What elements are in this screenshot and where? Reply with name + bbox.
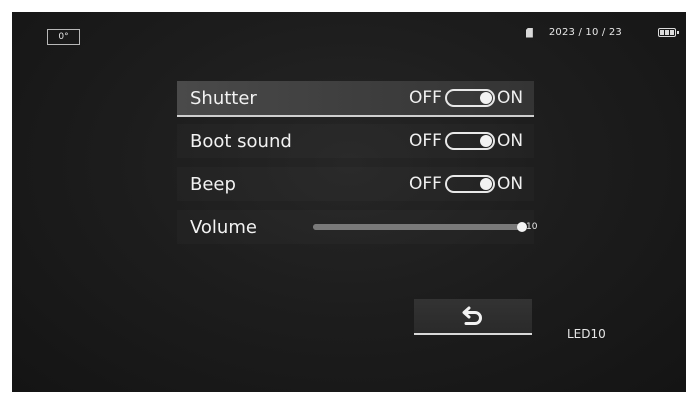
beep-label: Beep: [190, 173, 236, 195]
toggle-knob: [479, 135, 492, 147]
angle-value: 0°: [58, 32, 69, 42]
boot-sound-label: Boot sound: [190, 130, 292, 152]
volume-slider[interactable]: [313, 222, 527, 232]
toggle-on-label: ON: [496, 88, 524, 108]
volume-label: Volume: [190, 216, 257, 238]
beep-toggle[interactable]: OFF ON: [409, 174, 523, 194]
shutter-toggle[interactable]: OFF ON: [409, 88, 523, 108]
menu-row-shutter[interactable]: Shutter OFF ON: [177, 81, 534, 117]
camera-screen: 0° 2023 / 10 / 23 Shutter OFF ON Boot so…: [12, 12, 686, 392]
menu-row-volume[interactable]: Volume 10: [177, 210, 538, 244]
shutter-label: Shutter: [190, 87, 257, 109]
toggle-off-label: OFF: [409, 88, 442, 108]
toggle-switch[interactable]: [444, 175, 495, 193]
boot-sound-toggle[interactable]: OFF ON: [409, 131, 523, 151]
toggle-on-label: ON: [496, 174, 524, 194]
menu-row-boot-sound[interactable]: Boot sound OFF ON: [177, 124, 534, 158]
volume-slider-fill: [313, 224, 522, 230]
toggle-knob: [479, 178, 492, 190]
status-bar: 2023 / 10 / 23: [525, 27, 679, 38]
toggle-switch[interactable]: [444, 132, 495, 150]
toggle-on-label: ON: [496, 131, 524, 151]
toggle-knob: [479, 92, 492, 104]
back-button[interactable]: [414, 299, 532, 335]
volume-value: 10: [526, 222, 538, 232]
toggle-switch[interactable]: [444, 89, 495, 107]
toggle-off-label: OFF: [409, 174, 442, 194]
back-arrow-icon: [462, 306, 482, 325]
toggle-off-label: OFF: [409, 131, 442, 151]
led-mode-label: LED10: [567, 327, 606, 341]
sd-card-icon: [525, 27, 533, 38]
angle-indicator: 0°: [47, 29, 80, 45]
menu-row-beep[interactable]: Beep OFF ON: [177, 167, 534, 201]
battery-full-icon: [658, 28, 679, 37]
date-display: 2023 / 10 / 23: [548, 27, 622, 38]
